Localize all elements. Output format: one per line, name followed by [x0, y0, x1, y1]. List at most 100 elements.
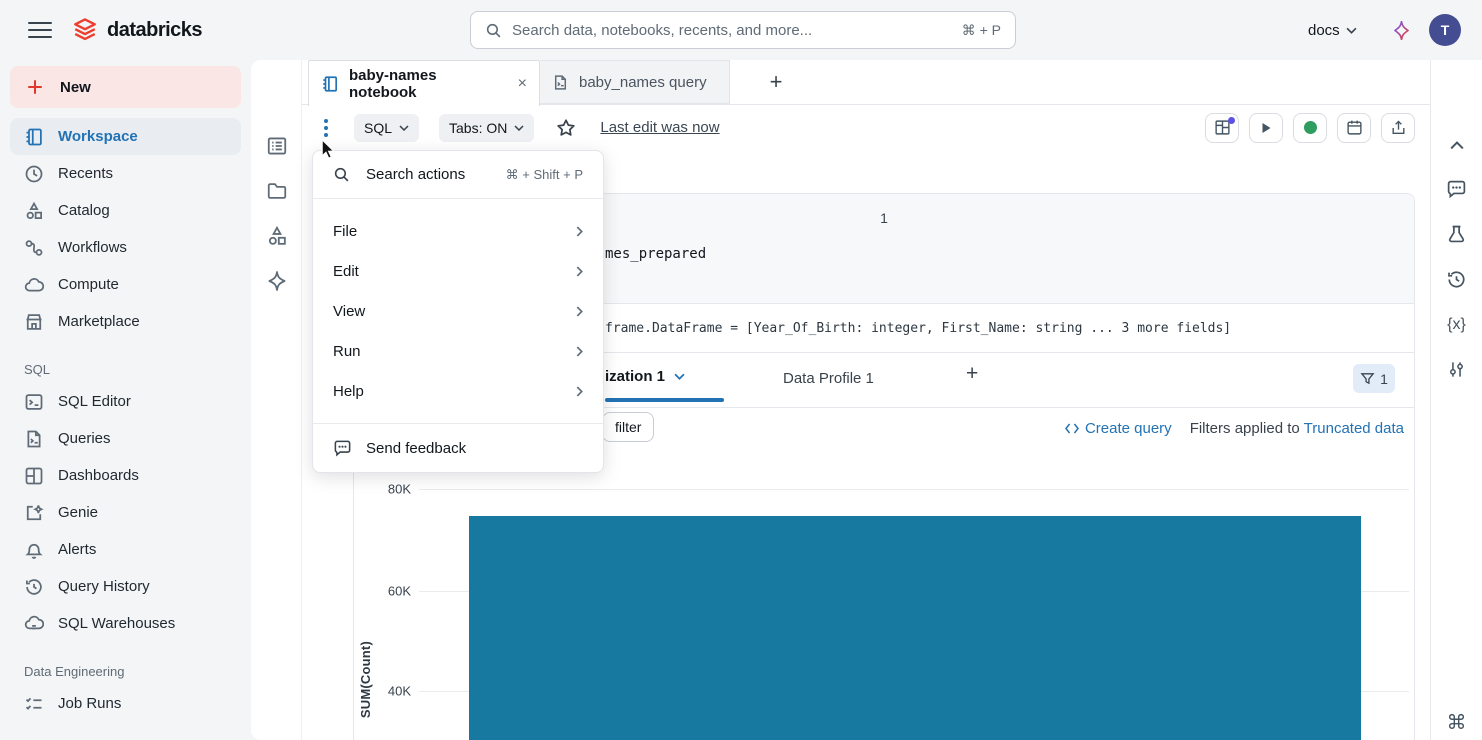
warehouse-cloud-icon	[24, 614, 44, 634]
tab-visualization-1[interactable]: ization 1	[605, 368, 685, 385]
add-visualization-button[interactable]: +	[966, 362, 978, 386]
chevron-right-icon	[576, 346, 583, 357]
tab-baby-names-query[interactable]: baby_names query	[540, 60, 730, 104]
sidebar-item-workflows[interactable]: Workflows	[10, 229, 241, 266]
environment-sliders-icon[interactable]	[1445, 358, 1468, 381]
sidebar-item-compute[interactable]: Compute	[10, 266, 241, 303]
menu-shortcut: ⌘ + Shift + P	[506, 167, 583, 183]
menu-item-edit[interactable]: Edit	[313, 251, 603, 291]
last-edit-link[interactable]: Last edit was now	[600, 119, 719, 136]
history-clock-icon	[24, 577, 44, 597]
results-layout-button[interactable]	[1205, 113, 1239, 143]
compute-status-button[interactable]	[1293, 113, 1327, 143]
sidebar-item-query-history[interactable]: Query History	[10, 568, 241, 605]
filter-button[interactable]: filter	[602, 412, 654, 442]
sidebar-item-marketplace[interactable]: Marketplace	[10, 303, 241, 340]
comments-icon[interactable]	[1445, 178, 1468, 201]
sidebar-item-genie[interactable]: Genie	[10, 494, 241, 531]
funnel-filter-icon	[1360, 371, 1375, 386]
menu-item-run[interactable]: Run	[313, 331, 603, 371]
create-query-link[interactable]: Create query	[1065, 420, 1172, 437]
search-icon	[333, 166, 350, 183]
y-axis-label: SUM(Count)	[358, 641, 373, 718]
sidebar-item-queries[interactable]: Queries	[10, 420, 241, 457]
hamburger-menu-icon[interactable]	[28, 17, 52, 43]
experiments-flask-icon[interactable]	[1445, 223, 1468, 246]
play-icon	[1259, 121, 1273, 135]
sidebar-item-job-runs[interactable]: Job Runs	[10, 685, 241, 722]
chevron-down-icon	[674, 373, 685, 380]
sidebar-item-catalog[interactable]: Catalog	[10, 192, 241, 229]
notebook-kebab-menu-icon[interactable]	[318, 119, 334, 137]
search-input[interactable]	[512, 22, 952, 39]
dashboards-grid-icon	[24, 466, 44, 486]
databricks-brand[interactable]: databricks	[72, 17, 202, 43]
assistant-sparkle-icon[interactable]	[1392, 21, 1411, 40]
variables-icon[interactable]: {x}	[1445, 313, 1468, 336]
active-tab-underline	[605, 398, 724, 402]
chevron-right-icon	[576, 226, 583, 237]
sidebar-item-alerts[interactable]: Alerts	[10, 531, 241, 568]
sidebar-section-sql: SQL	[10, 362, 241, 377]
docs-dropdown[interactable]: docs	[1308, 0, 1357, 60]
table-of-contents-icon[interactable]	[266, 135, 288, 157]
version-history-icon[interactable]	[1445, 268, 1468, 291]
tabs-toggle[interactable]: Tabs: ON	[439, 114, 534, 142]
assistant-rail-sparkle-icon[interactable]	[266, 270, 288, 292]
sidebar-item-sql-editor[interactable]: SQL Editor	[10, 383, 241, 420]
notification-dot	[1228, 117, 1235, 124]
sidebar-item-sql-warehouses[interactable]: SQL Warehouses	[10, 605, 241, 642]
run-all-button[interactable]	[1249, 113, 1283, 143]
databricks-logo-icon	[72, 17, 98, 43]
clock-icon	[24, 164, 44, 184]
menu-item-file[interactable]: File	[313, 211, 603, 251]
sidebar-item-workspace[interactable]: Workspace	[10, 118, 241, 155]
filter-count-badge[interactable]: 1	[1353, 364, 1395, 393]
catalog-rail-icon[interactable]	[266, 225, 288, 247]
new-tab-button[interactable]: +	[756, 60, 796, 104]
catalog-icon	[24, 201, 44, 221]
chevron-down-icon	[514, 125, 524, 131]
storefront-icon	[24, 312, 44, 332]
folder-icon[interactable]	[266, 180, 288, 202]
new-button[interactable]: New	[10, 66, 241, 108]
collapse-chevron-up-icon[interactable]	[1445, 134, 1468, 157]
sidebar-item-recents[interactable]: Recents	[10, 155, 241, 192]
calendar-icon	[1346, 119, 1363, 136]
schedule-button[interactable]	[1337, 113, 1371, 143]
chart-bar	[469, 516, 1361, 740]
menu-item-send-feedback[interactable]: Send feedback	[313, 423, 603, 472]
chevron-right-icon	[576, 266, 583, 277]
close-tab-icon[interactable]: ×	[518, 75, 527, 93]
chevron-right-icon	[576, 306, 583, 317]
menu-item-view[interactable]: View	[313, 291, 603, 331]
notebook-icon	[24, 127, 44, 147]
genie-icon	[24, 503, 44, 523]
bell-icon	[24, 540, 44, 560]
query-tab-icon	[552, 74, 569, 91]
right-panel-rail: {x} ⌘	[1431, 60, 1482, 740]
topbar: databricks ⌘ + P docs T	[0, 0, 1482, 60]
avatar[interactable]: T	[1429, 14, 1461, 46]
cell-output-text: frame.DataFrame = [Year_Of_Birth: intege…	[605, 321, 1231, 336]
notebook-icon-rail	[251, 60, 302, 740]
global-search[interactable]: ⌘ + P	[470, 11, 1016, 49]
search-shortcut: ⌘ + P	[962, 22, 1001, 39]
tab-data-profile-1[interactable]: Data Profile 1	[783, 370, 874, 387]
gridline-80k	[419, 489, 1409, 490]
language-selector[interactable]: SQL	[354, 114, 419, 142]
favorite-star-icon[interactable]	[556, 118, 576, 138]
menu-item-help[interactable]: Help	[313, 371, 603, 411]
feedback-bubble-icon	[333, 439, 352, 458]
query-file-icon	[24, 429, 44, 449]
chevron-down-icon	[1346, 27, 1357, 34]
truncated-data-link[interactable]: Truncated data	[1304, 420, 1404, 437]
share-button[interactable]	[1381, 113, 1415, 143]
shortcuts-command-icon[interactable]: ⌘	[1445, 711, 1468, 734]
cloud-icon	[24, 275, 44, 295]
menu-item-search-actions[interactable]: Search actions ⌘ + Shift + P	[313, 151, 603, 199]
tab-baby-names-notebook[interactable]: baby-names notebook ×	[308, 60, 540, 106]
brand-name: databricks	[107, 19, 202, 42]
sidebar-item-dashboards[interactable]: Dashboards	[10, 457, 241, 494]
notebook-tab-icon	[321, 75, 339, 93]
